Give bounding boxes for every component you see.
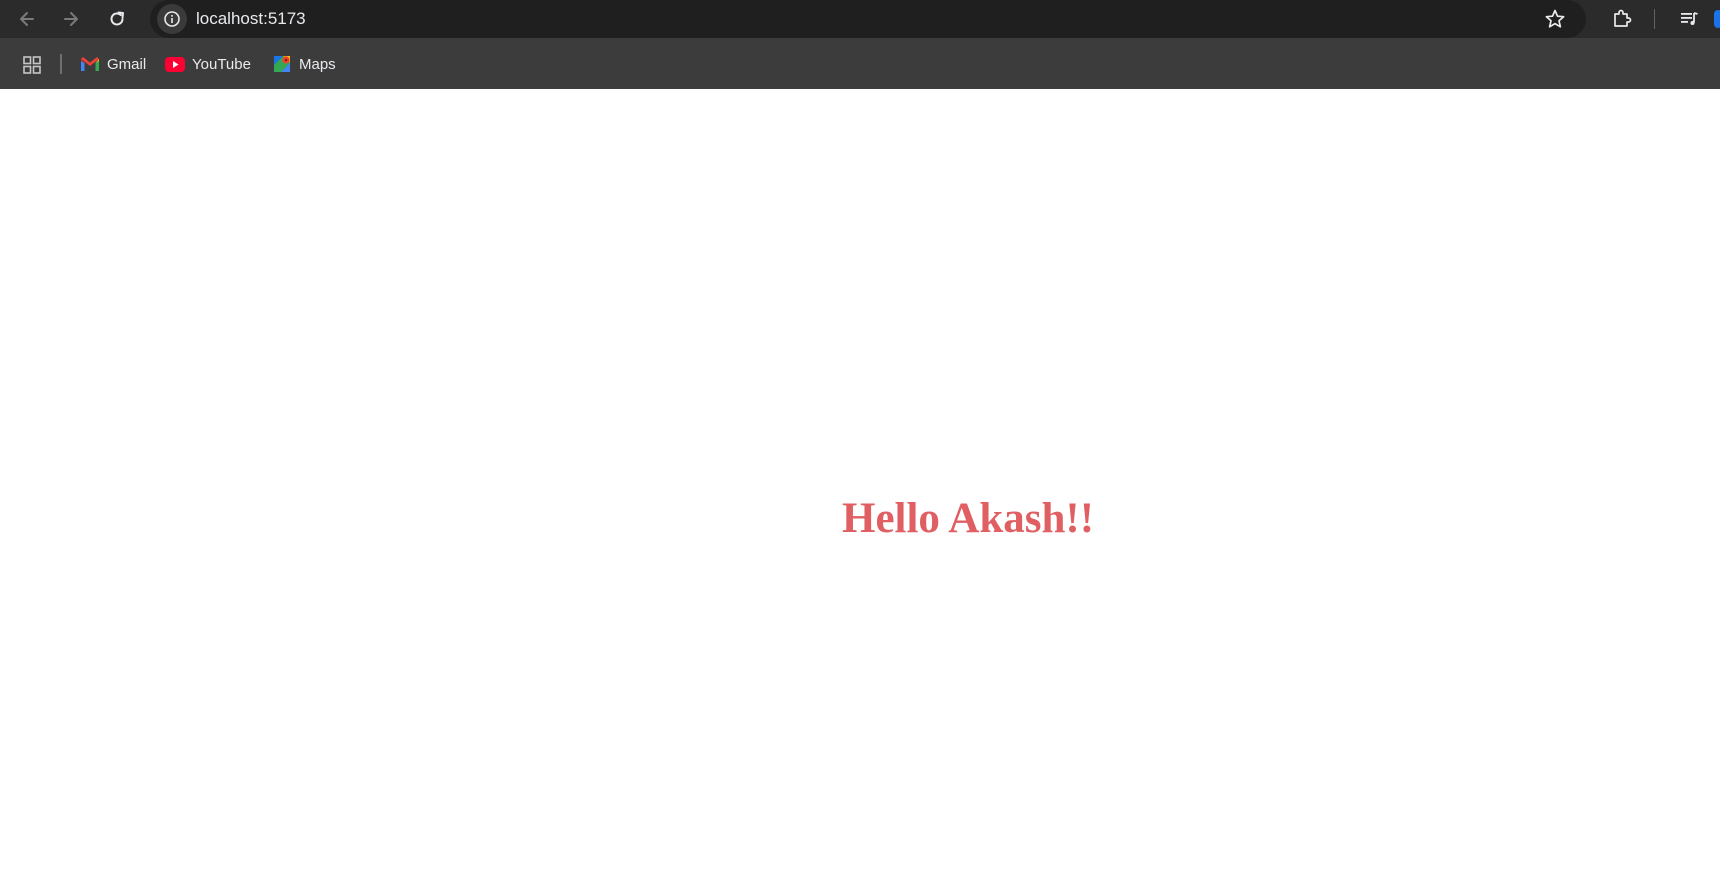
bookmark-gmail[interactable]: Gmail [80, 51, 146, 77]
media-queue-icon [1681, 12, 1698, 25]
youtube-icon [165, 55, 185, 73]
star-outline-icon [1545, 9, 1565, 28]
profile-indicator[interactable] [1714, 10, 1720, 28]
toolbar-divider [1654, 9, 1655, 29]
maps-icon [272, 55, 292, 73]
back-button[interactable] [12, 4, 42, 34]
reload-button[interactable] [102, 4, 132, 34]
bookmark-youtube[interactable]: YouTube [165, 51, 251, 77]
page-content: Hello Akash!! [0, 89, 1720, 895]
media-controls-button[interactable] [1674, 4, 1704, 34]
bookmark-star-button[interactable] [1542, 6, 1568, 32]
bookmark-label: YouTube [192, 55, 251, 73]
bookmark-label: Maps [299, 55, 336, 73]
address-bar[interactable]: localhost:5173 [150, 0, 1586, 38]
grid-icon [23, 56, 41, 74]
extensions-button[interactable] [1607, 4, 1637, 34]
gmail-icon [80, 55, 100, 73]
greeting-heading: Hello Akash!! [842, 495, 1095, 542]
apps-button[interactable] [18, 51, 46, 79]
browser-chrome: localhost:5173 Gmail YouTube Maps [0, 0, 1720, 89]
bookmark-maps[interactable]: Maps [272, 51, 336, 77]
puzzle-icon [1614, 9, 1632, 27]
url-text[interactable]: localhost:5173 [196, 9, 306, 29]
info-circle-icon [164, 11, 180, 27]
browser-toolbar: localhost:5173 [0, 0, 1720, 38]
bookmarks-bar: Gmail YouTube Maps [0, 38, 1720, 89]
arrow-right-icon [64, 12, 78, 26]
bookmarks-divider [60, 54, 62, 74]
forward-button[interactable] [56, 4, 86, 34]
arrow-left-icon [20, 12, 34, 26]
site-info-button[interactable] [157, 4, 187, 34]
bookmark-label: Gmail [107, 55, 147, 73]
reload-icon [110, 11, 124, 26]
